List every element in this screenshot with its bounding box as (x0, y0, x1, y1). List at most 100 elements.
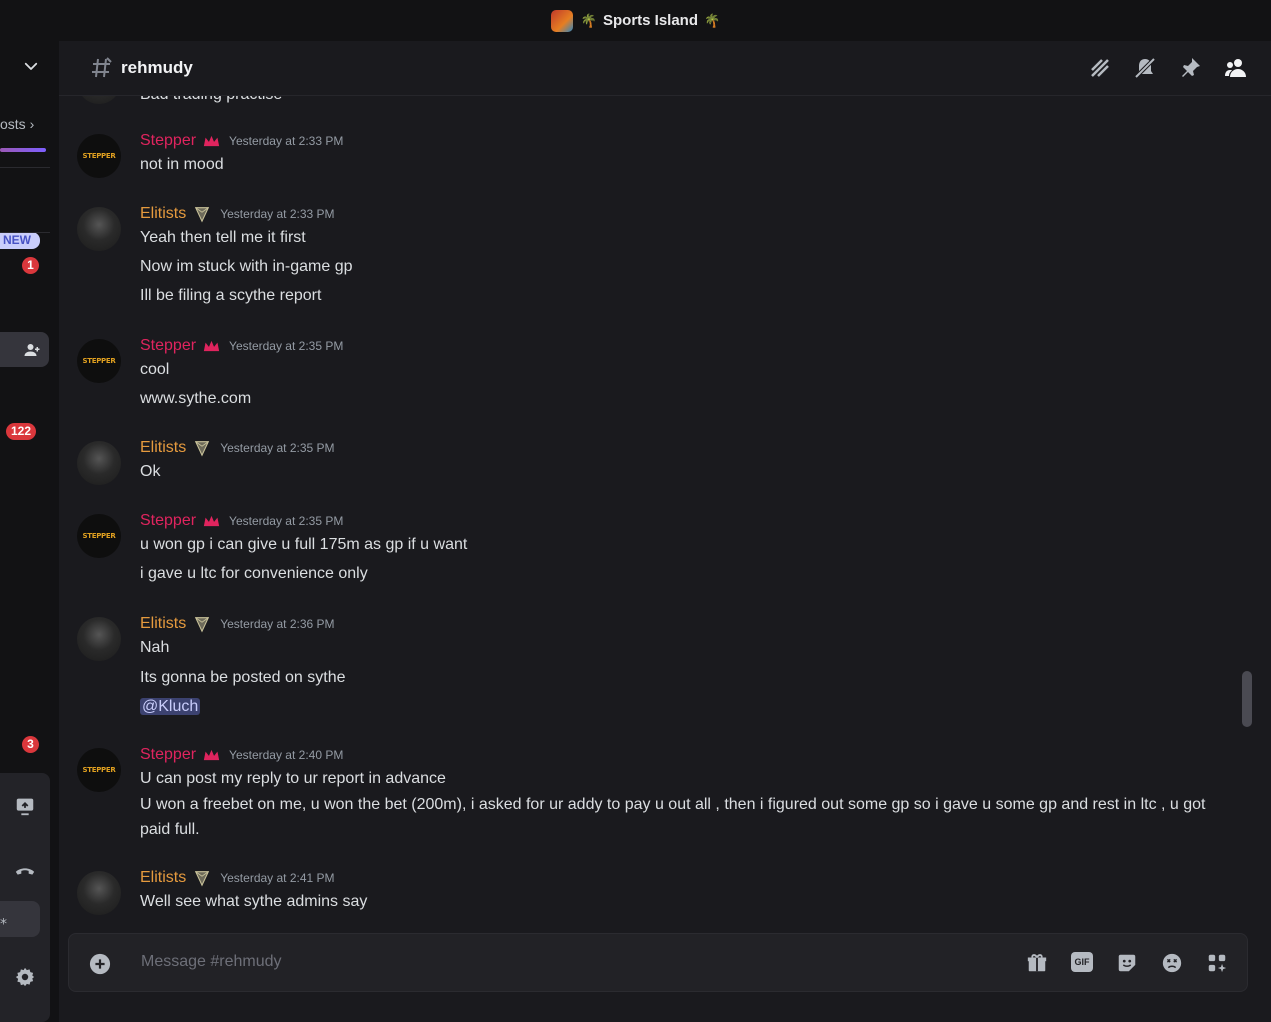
message-text: U can post my reply to ur report in adva… (140, 770, 446, 787)
invite-button[interactable] (0, 332, 49, 367)
message-header: Stepper Yesterday at 2:35 PM (140, 512, 343, 530)
message-header: Elitists Yesterday at 2:35 PM (140, 439, 335, 457)
message-text: i gave u ltc for convenience only (140, 565, 368, 582)
settings-button[interactable] (0, 966, 50, 988)
username[interactable]: Stepper (140, 132, 196, 150)
message-input[interactable]: Message #rehmudy (141, 953, 282, 971)
message-text: cool (140, 361, 170, 378)
posts-link[interactable]: osts › (0, 116, 34, 132)
message-composer: Message #rehmudy GIF (68, 933, 1248, 992)
unread-badge[interactable]: 122 (6, 423, 37, 440)
timestamp: Yesterday at 2:40 PM (229, 748, 344, 762)
palm-icon: 🌴 (580, 12, 597, 28)
boost-progress-bar[interactable] (0, 148, 46, 152)
message-text: not in mood (140, 156, 224, 173)
divider (0, 167, 50, 168)
unread-badge[interactable]: 3 (22, 736, 39, 753)
gif-button[interactable]: GIF (1071, 952, 1093, 972)
gif-label: GIF (1074, 957, 1090, 967)
message-text: u won gp i can give u full 175m as gp if… (140, 536, 468, 553)
timestamp: Yesterday at 2:35 PM (229, 514, 344, 528)
plus-circle-icon[interactable] (89, 953, 111, 975)
timestamp: Yesterday at 2:41 PM (220, 871, 335, 885)
gift-icon[interactable] (1026, 952, 1048, 974)
threads-icon[interactable] (1088, 56, 1112, 80)
apps-icon[interactable] (1206, 952, 1228, 974)
members-icon[interactable] (1224, 56, 1248, 80)
avatar[interactable] (77, 617, 121, 661)
user-panel: ⁎ (0, 773, 50, 1022)
message-text: Nah (140, 639, 170, 656)
new-badge[interactable]: NEW (0, 232, 40, 249)
message-header: Stepper Yesterday at 2:33 PM (140, 132, 343, 150)
divider (0, 232, 50, 233)
emoji-icon[interactable] (1161, 952, 1183, 974)
timestamp: Yesterday at 2:33 PM (229, 134, 344, 148)
avatar[interactable] (77, 96, 121, 104)
timestamp: Yesterday at 2:35 PM (229, 339, 344, 353)
username[interactable]: Elitists (140, 439, 186, 457)
title-bar: 🌴 Sports Island 🌴 (0, 0, 1271, 41)
message-list[interactable]: Bad trading practise STEPPER Stepper Yes… (59, 96, 1271, 926)
activity-pill[interactable]: ⁎ (0, 901, 40, 937)
settings-icon (15, 967, 35, 987)
disconnect-button[interactable] (0, 859, 50, 881)
gem-badge-icon (195, 207, 210, 223)
message-header: Elitists Yesterday at 2:41 PM (140, 869, 335, 887)
gem-badge-icon (195, 441, 210, 457)
avatar[interactable] (77, 207, 121, 251)
avatar[interactable]: STEPPER (77, 339, 121, 383)
sticker-icon[interactable] (1116, 952, 1138, 974)
message-text: Well see what sythe admins say (140, 893, 368, 910)
username[interactable]: Stepper (140, 746, 196, 764)
avatar[interactable]: STEPPER (77, 748, 121, 792)
username[interactable]: Stepper (140, 337, 196, 355)
username[interactable]: Elitists (140, 869, 186, 887)
message-text: Ill be filing a scythe report (140, 287, 322, 304)
message-text: Ok (140, 463, 161, 480)
username[interactable]: Stepper (140, 512, 196, 530)
channel-sidebar: osts › NEW 1 122 3 ⁎ (0, 41, 59, 1022)
chat-area: rehmudy Bad trading practise STEPPER Ste… (59, 41, 1271, 1022)
gem-badge-icon (195, 617, 210, 633)
message-header: Elitists Yesterday at 2:33 PM (140, 205, 335, 223)
avatar[interactable]: STEPPER (77, 514, 121, 558)
crown-icon (203, 340, 220, 352)
pin-icon[interactable] (1178, 56, 1202, 80)
timestamp: Yesterday at 2:33 PM (220, 207, 335, 221)
timestamp: Yesterday at 2:35 PM (220, 441, 335, 455)
crown-icon (203, 515, 220, 527)
phone-hangup-icon (15, 868, 35, 875)
text-channel-icon (92, 57, 112, 78)
server-title: 🌴 Sports Island 🌴 (581, 12, 720, 29)
unread-badge[interactable]: 1 (22, 257, 39, 274)
scrollbar-thumb[interactable] (1242, 671, 1252, 727)
message-text: Bad trading practise (140, 96, 282, 104)
screen-share-icon (16, 798, 34, 816)
avatar[interactable] (77, 441, 121, 485)
avatar[interactable]: STEPPER (77, 134, 121, 178)
channel-header: rehmudy (59, 41, 1271, 96)
server-name: Sports Island (602, 12, 699, 29)
timestamp: Yesterday at 2:36 PM (220, 617, 335, 631)
mute-icon[interactable] (1133, 56, 1157, 80)
channel-name: rehmudy (121, 58, 193, 77)
screen-share-button[interactable] (0, 795, 50, 817)
message-link[interactable]: www.sythe.com (140, 390, 251, 408)
user-mention[interactable]: @Kluch (140, 698, 201, 715)
message-line: @Kluch (140, 698, 201, 716)
chevron-down-icon[interactable] (22, 57, 40, 75)
crown-icon (203, 749, 220, 761)
message-header: Stepper Yesterday at 2:35 PM (140, 337, 343, 355)
message-header: Elitists Yesterday at 2:36 PM (140, 615, 335, 633)
username[interactable]: Elitists (140, 205, 186, 223)
server-icon (550, 9, 573, 32)
message-text: Its gonna be posted on sythe (140, 669, 346, 686)
gem-badge-icon (195, 871, 210, 887)
message-text: Now im stuck with in-game gp (140, 258, 353, 275)
avatar[interactable] (77, 871, 121, 915)
sparkle-icon: ⁎ (0, 911, 7, 927)
username[interactable]: Elitists (140, 615, 186, 633)
message-header: Stepper Yesterday at 2:40 PM (140, 746, 343, 764)
palm-icon: 🌴 (704, 12, 721, 28)
